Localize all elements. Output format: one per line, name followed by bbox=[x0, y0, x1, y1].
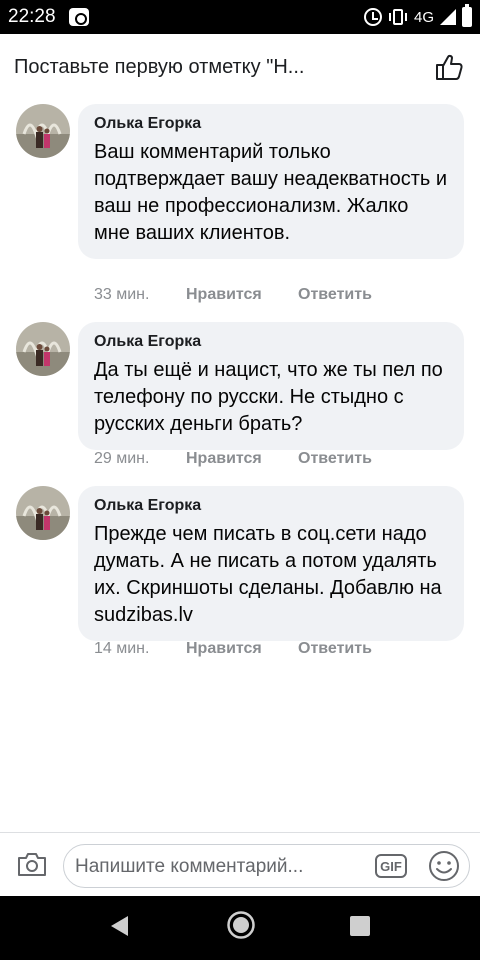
comment-author[interactable]: Олька Егорка bbox=[94, 497, 448, 515]
app-notification-icon bbox=[69, 8, 89, 26]
like-button[interactable]: Нравится bbox=[186, 286, 298, 304]
recent-apps-icon[interactable] bbox=[350, 916, 370, 936]
system-nav-bar bbox=[0, 896, 480, 960]
like-button[interactable]: Нравится bbox=[186, 640, 298, 658]
gif-icon[interactable]: GIF bbox=[375, 854, 407, 878]
comment-time[interactable]: 29 мин. bbox=[94, 450, 186, 468]
comment-text: Прежде чем писать в соц.сети надо думать… bbox=[94, 523, 442, 626]
comment-author[interactable]: Олька Егорка bbox=[94, 333, 448, 351]
alarm-icon bbox=[363, 8, 382, 26]
comment-actions: 14 мин. Нравится Ответить bbox=[94, 640, 372, 658]
comment-actions: 33 мин. Нравится Ответить bbox=[94, 286, 372, 304]
comment-bubble[interactable]: Олька Егорка Прежде чем писать в соц.сет… bbox=[78, 486, 464, 641]
comment-input-placeholder: Напишите комментарий... bbox=[75, 856, 304, 877]
status-bar: 22:28 4G bbox=[0, 0, 480, 34]
reply-button[interactable]: Ответить bbox=[298, 640, 372, 658]
thumbs-up-icon[interactable] bbox=[434, 52, 464, 82]
home-icon[interactable] bbox=[226, 910, 256, 940]
network-type: 4G bbox=[413, 8, 434, 26]
avatar[interactable] bbox=[16, 486, 70, 540]
emoji-icon[interactable] bbox=[428, 850, 460, 882]
reply-button[interactable]: Ответить bbox=[298, 286, 372, 304]
comment-text: Да ты ещё и нацист, что же ты пел по тел… bbox=[94, 359, 443, 435]
comment-author[interactable]: Олька Егорка bbox=[94, 115, 448, 133]
camera-icon[interactable] bbox=[17, 851, 47, 877]
comment-time[interactable]: 14 мин. bbox=[94, 640, 186, 658]
like-button[interactable]: Нравится bbox=[186, 450, 298, 468]
comments-header: Поставьте первую отметку "Н... bbox=[0, 34, 480, 100]
comment-bubble[interactable]: Олька Егорка Ваш комментарий только подт… bbox=[78, 104, 464, 259]
comment-bubble[interactable]: Олька Егорка Да ты ещё и нацист, что же … bbox=[78, 322, 464, 450]
avatar[interactable] bbox=[16, 322, 70, 376]
comment-composer: Напишите комментарий... GIF bbox=[0, 832, 480, 896]
status-time: 22:28 bbox=[8, 6, 56, 27]
battery-icon bbox=[462, 4, 472, 27]
header-title: Поставьте первую отметку "Н... bbox=[14, 56, 305, 78]
signal-icon bbox=[440, 9, 456, 25]
reply-button[interactable]: Ответить bbox=[298, 450, 372, 468]
back-icon[interactable] bbox=[108, 914, 130, 938]
status-icons: 4G bbox=[363, 0, 472, 34]
vibrate-icon bbox=[388, 9, 407, 25]
comment-input[interactable]: Напишите комментарий... GIF bbox=[63, 844, 470, 888]
comment-text: Ваш комментарий только подтверждает вашу… bbox=[94, 141, 448, 244]
comment-time[interactable]: 33 мин. bbox=[94, 286, 186, 304]
comment-actions: 29 мин. Нравится Ответить bbox=[94, 450, 372, 468]
avatar[interactable] bbox=[16, 104, 70, 158]
